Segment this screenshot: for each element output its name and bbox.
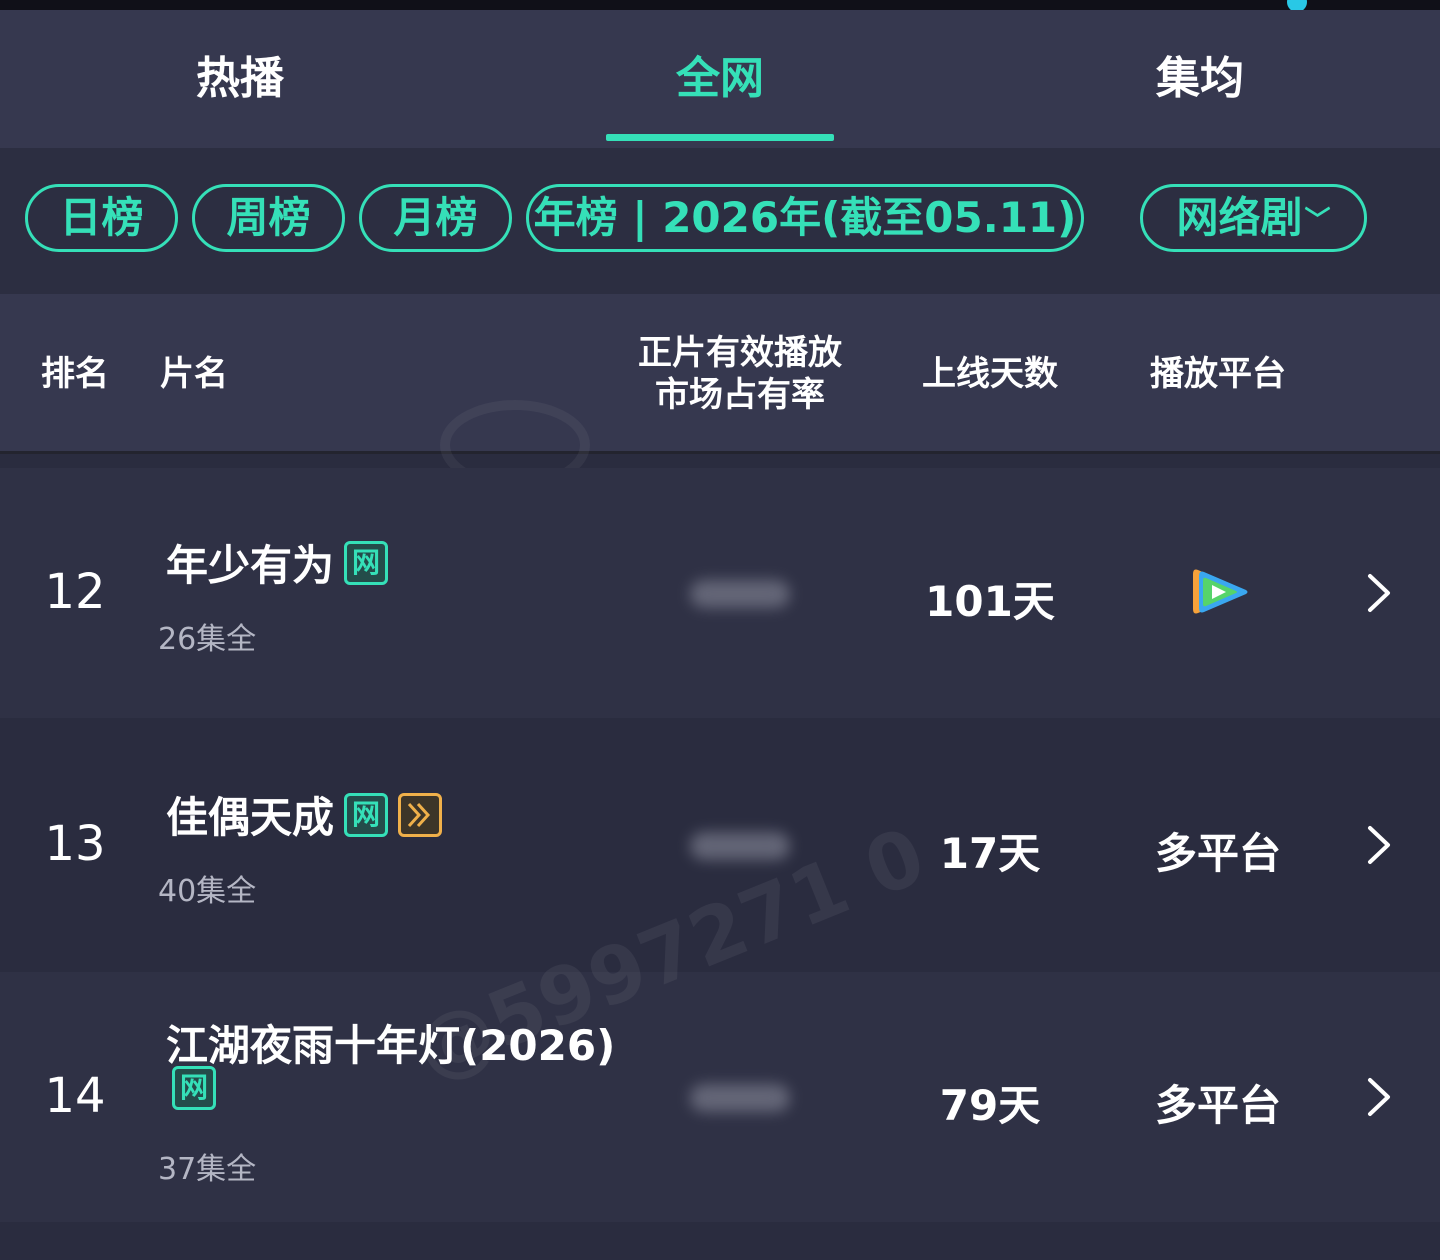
tab-per-episode[interactable]: 集均 [1050,10,1350,148]
show-title-row: 年少有为 网 [166,532,389,593]
filter-year[interactable]: 年榜 | 2026年(截至05.11) [526,184,1084,252]
blurred-market-share [690,1084,790,1112]
platform-label: 多平台 [1154,829,1281,878]
chevron-right-icon[interactable] [1360,570,1396,616]
double-chevron-icon [398,792,443,837]
chevron-right-icon[interactable] [1360,1074,1396,1120]
tencent-video-icon [1193,569,1248,614]
rank-number: 13 [44,816,106,872]
table-row[interactable]: 12 年少有为 网 26集全 101天 [0,468,1440,718]
tab-hot[interactable]: 热播 [90,10,390,148]
tab-bar: 热播 全网 集均 [0,10,1440,148]
header-days: 上线天数 [922,354,1058,394]
episode-count: 37集全 [158,1152,257,1187]
blurred-market-share [690,580,790,608]
episode-count: 40集全 [158,874,257,909]
show-title: 佳偶天成 [166,793,335,842]
header-title: 片名 [160,354,228,394]
filter-bar: 日榜 周榜 月榜 年榜 | 2026年(截至05.11) 网络剧﹀ [0,148,1440,294]
episode-count: 26集全 [158,622,257,657]
header-market-share: 正片有效播放 市场占有率 [610,294,870,454]
net-drama-badge: 网 [344,540,389,585]
table-header: 排名 片名 正片有效播放 市场占有率 上线天数 播放平台 [0,294,1440,454]
net-drama-badge: 网 [172,1066,216,1110]
category-dropdown[interactable]: 网络剧﹀ [1140,184,1367,252]
filter-day[interactable]: 日榜 [25,184,178,252]
header-platform: 播放平台 [1150,354,1286,394]
days-online: 101天 [925,577,1055,626]
header-rank: 排名 [41,354,109,394]
net-drama-badge: 网 [344,792,389,837]
platform-label: 多平台 [1154,1081,1281,1130]
chevron-right-icon[interactable] [1360,822,1396,868]
rank-number: 12 [44,564,106,620]
show-badge-row: 网 [162,1066,216,1110]
status-strip [0,0,1440,10]
tab-all-network[interactable]: 全网 [570,10,870,148]
rank-number: 14 [44,1068,106,1124]
table-row[interactable]: 14 江湖夜雨十年灯(2026) 网 37集全 79天 多平台 [0,972,1440,1222]
active-tab-underline [606,134,834,141]
days-online: 79天 [939,1081,1041,1130]
bottom-spacer [0,1224,1440,1260]
filter-month[interactable]: 月榜 [359,184,512,252]
blurred-market-share [690,832,790,860]
show-title: 年少有为 [166,541,335,590]
header-share-line2: 市场占有率 [655,375,825,415]
show-title-row: 佳偶天成 网 [166,784,443,845]
header-share-line1: 正片有效播放 [638,333,842,373]
category-label: 网络剧 [1176,193,1303,242]
filter-week[interactable]: 周榜 [192,184,345,252]
chevron-down-icon: ﹀ [1304,205,1331,236]
